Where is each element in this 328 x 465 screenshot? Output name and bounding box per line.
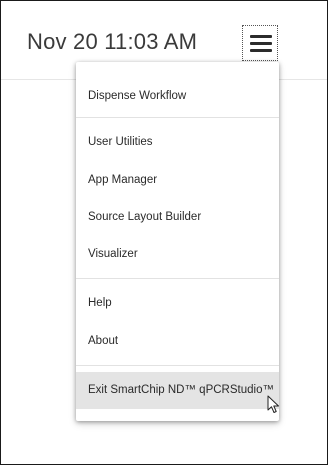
- menu-item-exit[interactable]: Exit SmartChip ND™ qPCRStudio™: [76, 372, 279, 409]
- menu-item-about[interactable]: About: [76, 323, 279, 359]
- menu-item-source-layout-builder[interactable]: Source Layout Builder: [76, 199, 279, 235]
- menu-icon-line: [250, 42, 272, 45]
- menu-divider: [76, 117, 279, 118]
- menu-item-user-utilities[interactable]: User Utilities: [76, 124, 279, 160]
- mouse-pointer-icon: [267, 395, 279, 413]
- menu-item-visualizer[interactable]: Visualizer: [76, 236, 279, 272]
- menu-icon-line: [250, 35, 272, 38]
- date-time-display: Nov 20 11:03 AM: [27, 29, 198, 54]
- menu-divider: [76, 365, 279, 366]
- menu-divider: [76, 278, 279, 279]
- menu-item-dispense-workflow[interactable]: Dispense Workflow: [76, 78, 279, 114]
- hamburger-menu-button[interactable]: [242, 25, 278, 61]
- menu-icon-line: [250, 49, 272, 52]
- dropdown-menu: Dispense Workflow User Utilities App Man…: [76, 62, 279, 421]
- menu-item-help[interactable]: Help: [76, 285, 279, 321]
- menu-item-app-manager[interactable]: App Manager: [76, 162, 279, 198]
